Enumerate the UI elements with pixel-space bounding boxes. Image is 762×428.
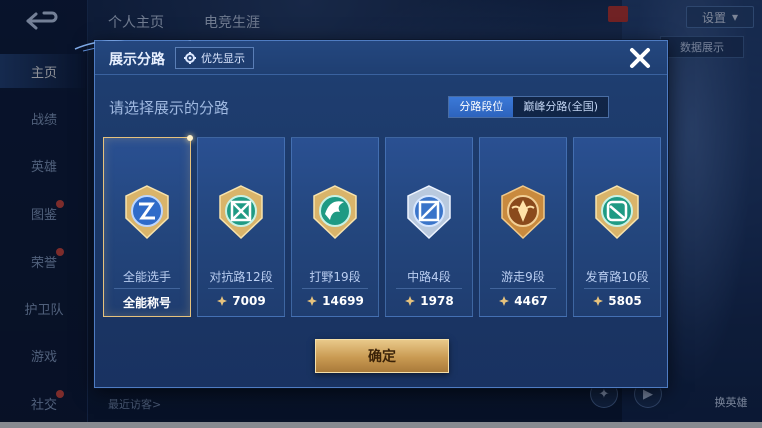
modal-subtitle: 请选择展示的分路 [109,99,230,117]
lane-rank: 打野19段 [309,270,361,284]
lane-score: 7009 [198,294,284,308]
lane-rank: 游走9段 [501,270,545,284]
gear-icon [184,52,196,64]
toggle-lane-rank[interactable]: 分路段位 [449,97,514,117]
lane-card-mid[interactable]: 中路4段 1978 [385,137,473,317]
lane-rank: 全能选手 [122,270,171,284]
score-icon [499,296,510,306]
all-round-emblem-icon [125,185,169,240]
clash-lane-emblem-icon [219,185,263,240]
lane-cards: 全能选手 全能称号 对抗路12段 7009 打野19段 14699 中路4段 1… [103,135,661,317]
card-divider [302,288,368,289]
priority-display-button[interactable]: 优先显示 [175,47,254,69]
lane-card-farm[interactable]: 发育路10段 5805 [573,137,661,317]
farm-lane-emblem-icon [595,185,639,240]
selected-spark [187,135,193,141]
score-icon [217,296,228,306]
lane-score: 14699 [292,294,378,308]
lane-card-all-round[interactable]: 全能选手 全能称号 [103,135,193,317]
close-button[interactable] [625,43,655,73]
score-icon [405,296,416,306]
lane-value: 全能称号 [122,296,171,310]
score-icon [593,296,604,306]
confirm-button[interactable]: 确定 [315,339,449,373]
lane-score: 1978 [386,294,472,308]
modal-header: 展示分路 优先显示 [95,41,667,75]
card-divider [584,288,650,289]
lane-card-roam[interactable]: 游走9段 4467 [479,137,567,317]
lane-score: 4467 [480,294,566,308]
lane-score: 5805 [574,294,660,308]
mid-lane-emblem-icon [407,185,451,240]
lane-rank: 中路4段 [407,270,451,284]
jungle-emblem-icon [313,185,357,240]
modal-title: 展示分路 [109,52,165,68]
lane-card-jungle[interactable]: 打野19段 14699 [291,137,379,317]
close-icon [630,48,650,68]
card-divider [208,288,274,289]
card-divider [114,288,180,289]
card-divider [490,288,556,289]
card-divider [396,288,462,289]
lane-rank: 对抗路12段 [209,270,273,284]
toggle-peak-lane[interactable]: 巅峰分路(全国) [513,97,608,117]
lane-display-modal: 展示分路 优先显示 请选择展示的分路 分路段位 巅峰分路(全国) 全能选手 全能… [74,40,668,388]
lane-rank: 发育路10段 [585,270,649,284]
roam-emblem-icon [501,185,545,240]
lane-card-clash[interactable]: 对抗路12段 7009 [197,137,285,317]
lane-mode-toggle: 分路段位 巅峰分路(全国) [448,96,609,118]
score-icon [307,296,318,306]
